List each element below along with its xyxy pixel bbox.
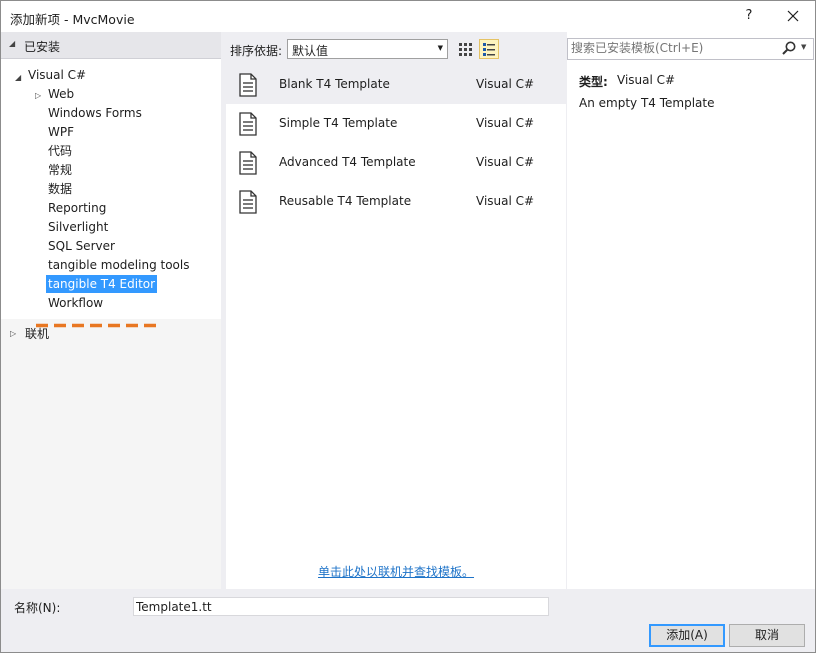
tree-item-tangible-modeling-tools[interactable]: tangible modeling tools (48, 256, 189, 274)
search-options-chevron-icon[interactable]: ▼ (801, 43, 806, 51)
online-label: 联机 (25, 327, 50, 341)
tree-item-workflow[interactable]: Workflow (48, 294, 103, 312)
tree-item-online[interactable]: ▷ 联机 (1, 324, 221, 346)
type-value: Visual C# (617, 73, 676, 87)
name-field[interactable] (133, 597, 549, 616)
close-icon (787, 10, 799, 22)
installed-label: 已安装 (24, 40, 61, 54)
tree-item-windows-forms[interactable]: Windows Forms (48, 104, 142, 122)
tree-item-reporting[interactable]: Reporting (48, 199, 106, 217)
type-label: 类型: (579, 75, 608, 89)
template-item[interactable]: Advanced T4 Template Visual C# (226, 144, 566, 182)
tree-item-silverlight[interactable]: Silverlight (48, 218, 108, 236)
document-icon (239, 151, 257, 175)
grid-view-button[interactable] (455, 39, 475, 59)
cancel-button[interactable]: 取消 (729, 624, 805, 647)
search-input[interactable] (571, 40, 776, 56)
document-icon (239, 112, 257, 136)
template-item[interactable]: Blank T4 Template Visual C# (226, 66, 566, 104)
list-view-icon (483, 43, 495, 56)
details-panel: ▼ 类型: Visual C# An empty T4 Template (567, 32, 815, 589)
sort-value: 默认值 (292, 44, 329, 58)
tree-item-data[interactable]: 数据 (48, 180, 72, 198)
collapse-triangle-icon: ◢ (9, 39, 16, 48)
name-label: 名称(N): (14, 601, 61, 615)
tree-item-code[interactable]: 代码 (48, 142, 72, 160)
tree-item-tangible-t4-editor[interactable]: tangible T4 Editor (46, 275, 158, 293)
sort-toolbar: 排序依据: 默认值 ▼ (226, 32, 566, 66)
template-description: An empty T4 Template (579, 96, 715, 110)
template-panel: 排序依据: 默认值 ▼ Blank T4 Template Visual C# … (226, 32, 566, 589)
window-title: 添加新项 - MvcMovie (10, 12, 135, 27)
tree-item-web[interactable]: Web (48, 85, 74, 103)
template-name: Reusable T4 Template (279, 194, 412, 208)
grid-view-icon (459, 43, 472, 56)
expanded-arrow-icon[interactable]: ◢ (15, 73, 21, 82)
close-button[interactable] (779, 3, 807, 29)
document-icon (239, 73, 257, 97)
add-new-item-dialog: 添加新项 - MvcMovie ? ◢ 已安装 ◢ Visual C# ▷ We… (0, 0, 816, 653)
template-name: Simple T4 Template (279, 116, 398, 130)
expand-arrow-icon[interactable]: ▷ (35, 91, 41, 100)
search-icon[interactable] (781, 40, 797, 56)
template-item[interactable]: Simple T4 Template Visual C# (226, 105, 566, 143)
category-tree: ◢ Visual C# ▷ Web Windows Forms WPF 代码 常… (1, 59, 221, 319)
title-bar: 添加新项 - MvcMovie ? (1, 1, 815, 32)
template-language: Visual C# (476, 194, 535, 208)
template-language: Visual C# (476, 77, 535, 91)
category-panel: ◢ 已安装 ◢ Visual C# ▷ Web Windows Forms WP… (1, 32, 221, 589)
installed-header[interactable]: ◢ 已安装 (1, 32, 221, 59)
tree-item-general[interactable]: 常规 (48, 161, 72, 179)
template-language: Visual C# (476, 116, 535, 130)
find-templates-online-link[interactable]: 单击此处以联机并查找模板。 (318, 563, 474, 580)
template-name: Advanced T4 Template (279, 155, 416, 169)
template-name: Blank T4 Template (279, 77, 390, 91)
search-box[interactable]: ▼ (567, 38, 814, 60)
tree-item-sql-server[interactable]: SQL Server (48, 237, 115, 255)
tree-item-wpf[interactable]: WPF (48, 123, 74, 141)
sort-label: 排序依据: (230, 44, 283, 58)
list-view-button[interactable] (479, 39, 499, 59)
add-button[interactable]: 添加(A) (649, 624, 725, 647)
sort-dropdown[interactable]: 默认值 ▼ (287, 39, 448, 59)
chevron-down-icon: ▼ (437, 44, 443, 52)
template-language: Visual C# (476, 155, 535, 169)
expand-arrow-icon[interactable]: ▷ (10, 329, 16, 338)
document-icon (239, 190, 257, 214)
help-button[interactable]: ? (736, 3, 762, 29)
tree-item-visual-csharp[interactable]: Visual C# (28, 66, 86, 84)
template-item[interactable]: Reusable T4 Template Visual C# (226, 183, 566, 221)
